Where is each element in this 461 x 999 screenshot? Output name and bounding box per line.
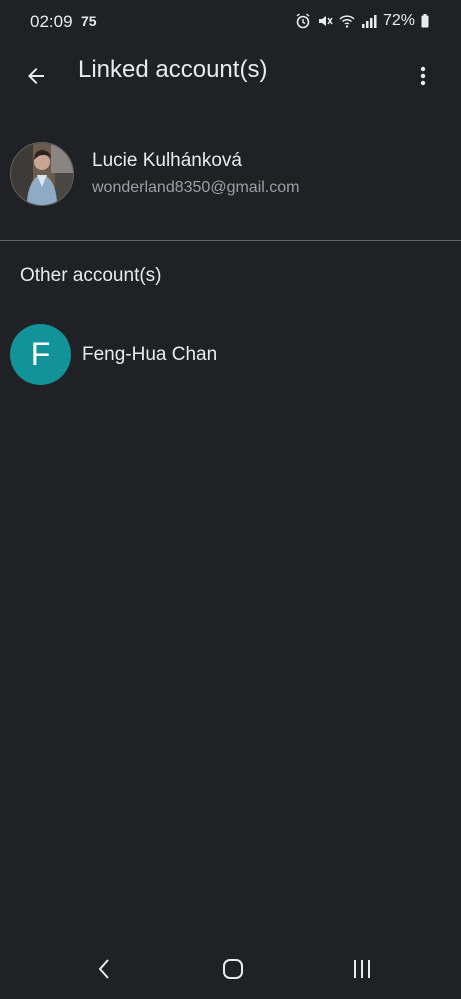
primary-account-name: Lucie Kulhánková (92, 150, 242, 171)
mute-icon (318, 16, 333, 26)
battery-icon (421, 14, 429, 28)
nav-back-icon (98, 959, 109, 979)
avatar-initial: F (10, 324, 71, 385)
app-bar: Linked account(s) (0, 44, 461, 100)
avatar (10, 142, 74, 206)
alarm-icon (296, 13, 310, 29)
more-options-button[interactable] (401, 54, 445, 98)
more-vert-icon (420, 66, 426, 86)
status-time: 02:09 (30, 12, 73, 31)
status-icons: 72% (295, 12, 429, 30)
nav-home-button[interactable] (211, 949, 255, 989)
nav-recents-button[interactable] (340, 949, 384, 989)
battery-level: 72% (382, 12, 415, 29)
nav-home-icon (223, 959, 243, 979)
profile-photo-icon (11, 143, 73, 205)
primary-account-email: wonderland8350@gmail.com (92, 179, 300, 196)
divider (0, 240, 461, 241)
other-account-name: Feng-Hua Chan (82, 344, 218, 365)
status-bar: 02:09 75 72% (0, 0, 461, 44)
section-header-other-accounts: Other account(s) (20, 265, 162, 286)
status-notification-count: 75 (81, 13, 97, 29)
nav-recents-icon (354, 960, 370, 978)
primary-account[interactable]: Lucie Kulhánková wonderland8350@gmail.co… (0, 130, 461, 220)
wifi-icon (339, 15, 355, 28)
nav-back-button[interactable] (82, 949, 126, 989)
arrow-back-icon (28, 68, 44, 84)
signal-icon (361, 15, 377, 28)
other-account-item[interactable]: F Feng-Hua Chan (0, 322, 461, 388)
system-nav-bar (0, 939, 461, 999)
back-button[interactable] (14, 54, 58, 98)
page-title: Linked account(s) (78, 56, 268, 83)
